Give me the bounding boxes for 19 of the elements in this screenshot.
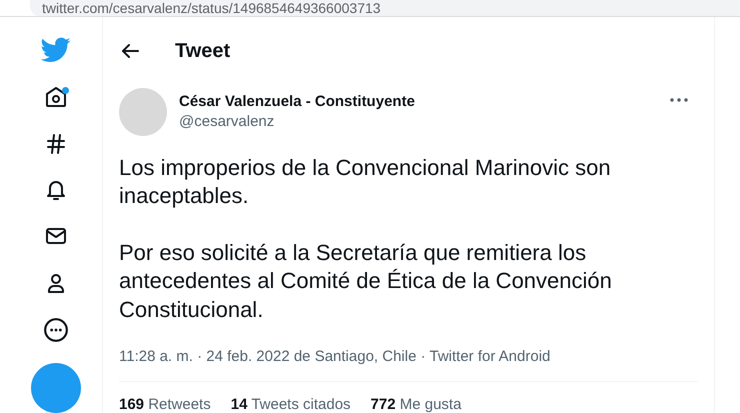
more-icon[interactable] (43, 317, 69, 344)
author-handle[interactable]: @cesarvalenz (179, 113, 658, 130)
bird-logo-icon[interactable] (41, 37, 71, 63)
tweet-stat[interactable]: 772 Me gusta (370, 396, 462, 413)
back-arrow-icon[interactable] (121, 43, 139, 60)
address-bar[interactable]: twitter.com/cesarvalenz/status/1496854649366003713 (30, 0, 740, 16)
bell-icon[interactable] (44, 178, 68, 202)
tweet-timestamp: 11:28 a. m. · 24 feb. 2022 de Santiago, Chile · Twitter for Android (119, 348, 698, 382)
page-title: Tweet (175, 40, 230, 63)
tweet-text: Los improperios de la Convencional Marinovic son inaceptables. (119, 154, 612, 210)
home-icon[interactable] (44, 85, 68, 110)
tweet-stat[interactable]: 14 Tweets citados (230, 396, 351, 413)
tweet-stat[interactable]: 169 Retweets (119, 396, 211, 413)
url-text: twitter.com/cesarvalenz/status/1496854649366003713 (42, 0, 381, 16)
compose-button[interactable] (31, 363, 81, 413)
more-options-icon[interactable] (670, 98, 688, 102)
tweet-text: Por eso solicité a la Secretaría que remitiera los antecedentes al Comité de Ética de la Convención Constitucional. (119, 238, 613, 324)
author-name[interactable]: César Valenzuela - Constituyente (179, 93, 658, 110)
hashtag-icon[interactable] (44, 132, 68, 156)
